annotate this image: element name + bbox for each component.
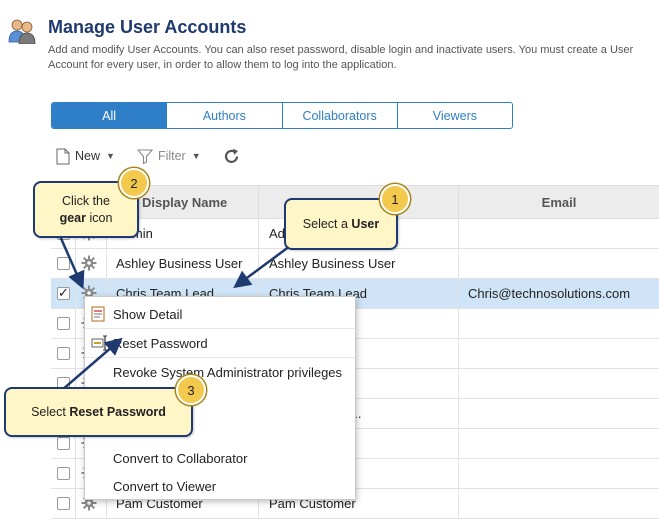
refresh-button[interactable]: [223, 148, 245, 165]
cell-email: [468, 339, 658, 368]
page-description: Add and modify User Accounts. You can al…: [48, 44, 634, 71]
cell-email: [468, 429, 658, 458]
column-divider: [458, 429, 459, 458]
menu-item-convert-collaborator[interactable]: Convert to Collaborator: [85, 444, 355, 472]
column-divider: [458, 249, 459, 278]
cell-login: Ashley Business User: [269, 256, 396, 271]
column-divider: [458, 219, 459, 248]
filter-label: Filter: [157, 149, 186, 163]
column-divider: [75, 459, 76, 488]
step-badge-2: 2: [119, 168, 149, 198]
cell-email: [468, 369, 658, 398]
cell-email: [468, 219, 658, 248]
callout-bold-text: gear: [59, 210, 86, 225]
user-type-tabs: All Authors Collaborators Viewers: [51, 102, 513, 129]
detail-icon: [91, 306, 105, 322]
cell-display-name: Ashley Business User: [116, 256, 243, 271]
column-divider: [75, 279, 76, 308]
menu-item-show-detail[interactable]: Show Detail: [85, 300, 355, 328]
menu-item-revoke-admin[interactable]: Revoke System Administrator privileges: [85, 358, 355, 386]
filter-button[interactable]: Filter ▼: [136, 148, 201, 164]
column-divider: [458, 339, 459, 368]
column-header-email[interactable]: Email: [458, 186, 659, 219]
new-document-icon: [56, 148, 70, 164]
cell-email: [468, 489, 658, 518]
refresh-icon: [224, 148, 238, 163]
menu-item-label: Revoke System Administrator privileges: [113, 364, 343, 380]
callout-text: Select: [31, 405, 70, 419]
row-checkbox[interactable]: [57, 467, 70, 480]
column-divider: [75, 249, 76, 278]
column-divider: [458, 459, 459, 488]
column-divider: [458, 369, 459, 398]
gear-icon[interactable]: [81, 255, 97, 271]
tab-viewers[interactable]: Viewers: [396, 103, 512, 128]
column-divider: [258, 219, 259, 248]
callout-bold-text: Reset Password: [69, 405, 166, 419]
column-divider: [75, 489, 76, 518]
column-divider: [75, 309, 76, 338]
new-label: New: [75, 149, 101, 163]
callout-text: icon: [86, 210, 113, 225]
reset-password-icon: [91, 335, 107, 351]
column-divider: [458, 399, 459, 428]
menu-item-label: Reset Password: [113, 335, 208, 351]
cell-email: Chris@technosolutions.com: [468, 286, 631, 301]
column-divider: [258, 249, 259, 278]
menu-item-label: Show Detail: [113, 306, 183, 322]
chevron-down-icon: ▼: [191, 151, 201, 161]
column-divider: [458, 489, 459, 518]
tab-collaborators[interactable]: Collaborators: [281, 103, 397, 128]
row-checkbox[interactable]: [57, 347, 70, 360]
table-row[interactable]: Ashley Business User Ashley Business User: [51, 249, 659, 279]
column-divider: [458, 279, 459, 308]
callout-reset-password: Select Reset Password: [4, 387, 193, 437]
column-divider: [458, 309, 459, 338]
menu-item-convert-viewer[interactable]: Convert to Viewer: [85, 472, 355, 500]
step-badge-3: 3: [176, 375, 206, 405]
menu-item-reset-password[interactable]: Reset Password: [85, 329, 355, 357]
callout-bold-text: User: [351, 217, 380, 231]
users-icon: [8, 19, 36, 44]
callout-text: Select a: [302, 217, 352, 231]
column-divider: [75, 339, 76, 368]
row-checkbox[interactable]: [57, 257, 70, 270]
row-checkbox[interactable]: [57, 437, 70, 450]
menu-item-label: Convert to Collaborator: [113, 450, 248, 466]
row-checkbox[interactable]: [57, 285, 70, 301]
new-button[interactable]: New ▼: [56, 148, 115, 165]
callout-text: Click the: [62, 193, 110, 208]
step-badge-1: 1: [380, 184, 410, 214]
tab-authors[interactable]: Authors: [166, 103, 282, 128]
toolbar: New ▼ Filter ▼: [56, 146, 267, 166]
menu-item-label: Convert to Viewer: [113, 478, 217, 494]
page-title: Manage User Accounts: [48, 17, 247, 37]
cell-email: [468, 249, 658, 278]
column-divider: [106, 249, 107, 278]
row-checkbox[interactable]: [57, 497, 70, 510]
filter-icon: [136, 148, 153, 164]
chevron-down-icon: ▼: [106, 151, 115, 161]
cell-email: [468, 459, 658, 488]
cell-email: [468, 309, 658, 338]
cell-email: [468, 399, 658, 428]
tab-all[interactable]: All: [52, 103, 167, 128]
row-checkbox[interactable]: [57, 317, 70, 330]
